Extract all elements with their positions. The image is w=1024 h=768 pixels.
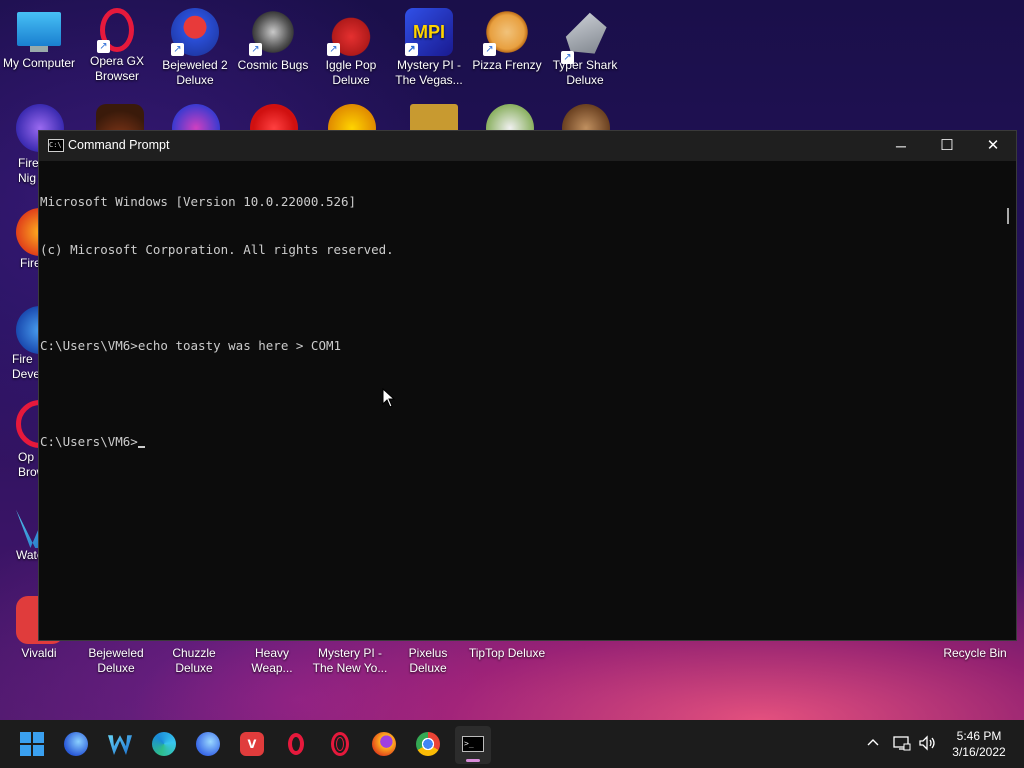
desktop-icon-pixelus[interactable]: Pixelus Deluxe xyxy=(389,646,467,676)
scrollbar-thumb[interactable] xyxy=(1007,208,1009,224)
taskbar: v >_ 5:46 PM 3/16/2022 xyxy=(0,720,1024,768)
shortcut-arrow-icon: ↗ xyxy=(561,51,574,64)
console-line: ​ xyxy=(40,290,1000,306)
taskbar-opera-gx[interactable] xyxy=(324,728,356,760)
network-button[interactable] xyxy=(893,735,911,754)
active-app-indicator xyxy=(466,759,480,762)
show-hidden-icons-button[interactable] xyxy=(866,735,880,752)
taskbar-firefox-nightly[interactable] xyxy=(60,728,92,760)
console-line: Microsoft Windows [Version 10.0.22000.52… xyxy=(40,194,357,209)
firefox-icon xyxy=(372,732,396,756)
desktop-icon-mystery-pi-vegas[interactable]: MPI ↗ Mystery PI - The Vegas... xyxy=(390,8,468,88)
shortcut-arrow-icon: ↗ xyxy=(327,43,340,56)
desktop-icon-cosmic-bugs[interactable]: ↗ Cosmic Bugs xyxy=(234,8,312,73)
console-line: ​ xyxy=(40,386,1000,402)
vertical-scrollbar[interactable] xyxy=(1000,161,1016,640)
desktop-icon-heavy-weapon[interactable]: Heavy Weap... xyxy=(233,646,311,676)
shark-icon xyxy=(565,12,607,54)
desktop-icon-bejeweled-deluxe[interactable]: Bejeweled Deluxe xyxy=(77,646,155,676)
mouse-pointer-icon xyxy=(382,388,396,408)
terminal-icon: C:\ xyxy=(48,139,64,152)
shortcut-arrow-icon: ↗ xyxy=(483,43,496,56)
desktop-icon-my-computer[interactable]: My Computer xyxy=(0,8,78,71)
taskbar-command-prompt[interactable]: >_ xyxy=(455,726,491,764)
volume-button[interactable] xyxy=(918,735,938,754)
left-label-firefox-dev: Fire Deve xyxy=(12,352,41,381)
network-icon xyxy=(893,736,911,751)
waterfox-icon xyxy=(108,735,132,755)
desktop-icon-iggle-pop[interactable]: ↗ Iggle Pop Deluxe xyxy=(312,8,390,88)
console-line: (c) Microsoft Corporation. All rights re… xyxy=(40,242,394,257)
speaker-icon xyxy=(919,735,935,751)
desktop-icon-opera-gx[interactable]: ↗ Opera GX Browser xyxy=(78,8,156,84)
console-prompt: C:\Users\VM6> xyxy=(40,434,138,449)
desktop-icon-recycle-bin[interactable]: Recycle Bin xyxy=(936,646,1014,661)
gear-bug-icon: ↗ xyxy=(249,8,297,56)
opera-gx-icon: ↗ xyxy=(97,8,134,53)
close-button[interactable]: ✕ xyxy=(970,131,1016,161)
iggle-pop-icon: ↗ xyxy=(327,8,375,56)
firefox-nightly-icon xyxy=(64,732,88,756)
desktop-icon-pizza-frenzy[interactable]: ↗ Pizza Frenzy xyxy=(468,8,546,73)
chrome-icon xyxy=(416,732,440,756)
desktop-icon-vivaldi[interactable]: Vivaldi xyxy=(0,646,78,661)
shortcut-arrow-icon: ↗ xyxy=(97,40,110,53)
opera-icon xyxy=(288,733,304,755)
taskbar-firefox-developer[interactable] xyxy=(192,728,224,760)
firefox-dev-icon xyxy=(196,732,220,756)
window-titlebar[interactable]: C:\ Command Prompt ─ ☐ ✕ xyxy=(39,131,1016,161)
taskbar-chrome[interactable] xyxy=(412,728,444,760)
clock-date: 3/16/2022 xyxy=(952,745,1006,759)
clock[interactable]: 5:46 PM 3/16/2022 xyxy=(946,728,1012,760)
maximize-button[interactable]: ☐ xyxy=(924,131,970,161)
terminal-icon: >_ xyxy=(462,736,484,752)
clock-time: 5:46 PM xyxy=(956,729,1002,743)
desktop-icon-chuzzle[interactable]: Chuzzle Deluxe xyxy=(155,646,233,676)
monitor-icon xyxy=(17,12,61,46)
taskbar-opera[interactable] xyxy=(280,728,312,760)
vivaldi-icon: v xyxy=(240,732,264,756)
taskbar-edge[interactable] xyxy=(148,728,180,760)
desktop-icon-mystery-pi-new-york[interactable]: Mystery PI - The New Yo... xyxy=(311,646,389,676)
shortcut-arrow-icon: ↗ xyxy=(171,43,184,56)
windows-logo-icon xyxy=(20,732,44,756)
console-line: C:\Users\VM6>echo toasty was here > COM1 xyxy=(40,338,342,353)
taskbar-firefox[interactable] xyxy=(368,728,400,760)
minimize-button[interactable]: ─ xyxy=(878,131,924,161)
pizza-icon: ↗ xyxy=(483,8,531,56)
console-output[interactable]: Microsoft Windows [Version 10.0.22000.52… xyxy=(40,162,1000,640)
taskbar-waterfox[interactable] xyxy=(104,728,136,760)
text-cursor xyxy=(137,446,145,448)
start-button[interactable] xyxy=(16,728,48,760)
window-title: Command Prompt xyxy=(68,138,170,152)
desktop-icon-bejeweled-2[interactable]: ↗ Bejeweled 2 Deluxe xyxy=(156,8,234,88)
shortcut-arrow-icon: ↗ xyxy=(249,43,262,56)
desktop-icon-typer-shark[interactable]: ↗ Typer Shark Deluxe xyxy=(546,8,624,88)
opera-gx-icon xyxy=(331,732,349,756)
bejeweled-2-icon: ↗ xyxy=(171,8,219,56)
desktop-icon-tiptop[interactable]: TipTop Deluxe xyxy=(467,646,547,661)
console-prompt-line[interactable]: C:\Users\VM6> xyxy=(40,434,1000,450)
left-label-firefox-nightly: Fire Nig xyxy=(18,156,39,185)
command-prompt-window[interactable]: C:\ Command Prompt ─ ☐ ✕ Microsoft Windo… xyxy=(38,130,1017,641)
chevron-up-icon xyxy=(867,739,879,746)
shortcut-arrow-icon: ↗ xyxy=(405,43,418,56)
mystery-pi-icon: MPI ↗ xyxy=(405,8,453,56)
taskbar-vivaldi[interactable]: v xyxy=(236,728,268,760)
edge-icon xyxy=(152,732,176,756)
